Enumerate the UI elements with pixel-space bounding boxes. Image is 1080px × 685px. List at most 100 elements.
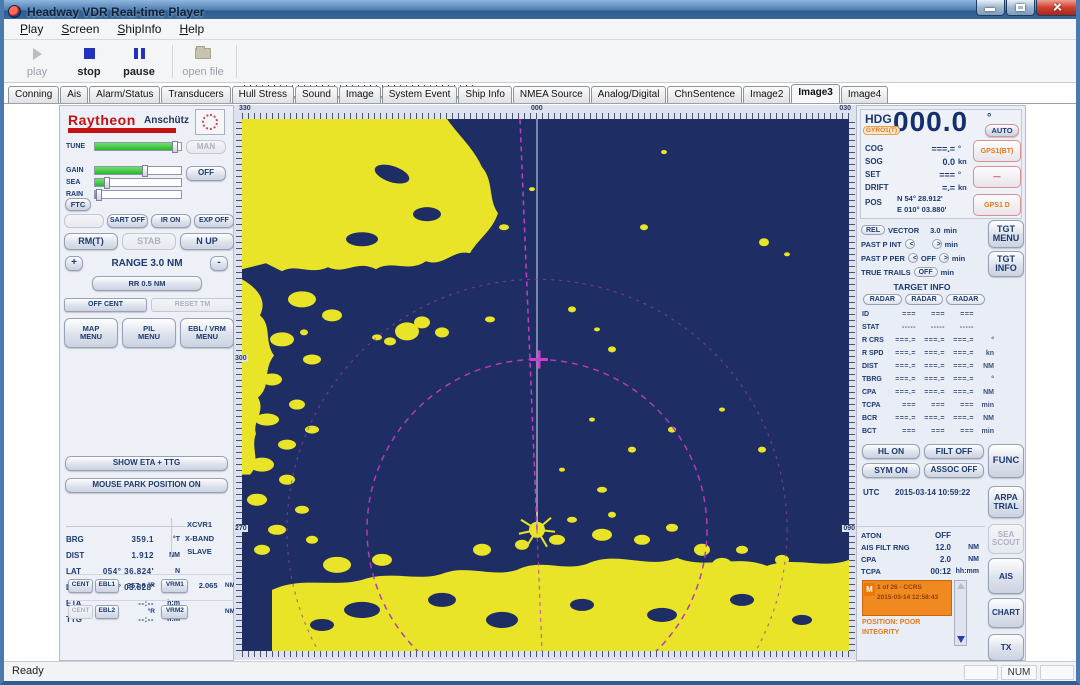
alarm-scrollbar[interactable] <box>954 580 967 646</box>
past-int-dec-button[interactable]: < <box>905 239 915 249</box>
slider-handle[interactable] <box>172 141 178 153</box>
status-text: Ready <box>12 665 44 677</box>
alarm-message-box[interactable]: M 1 of 26 - CCRS 2015-03-14 12:58:43 <box>862 580 952 616</box>
trails-off-button[interactable]: OFF <box>914 267 938 277</box>
radar-source-button[interactable]: RADAR <box>905 294 944 305</box>
tab[interactable]: Conning <box>8 86 59 103</box>
menu-item[interactable]: Screen <box>53 20 107 38</box>
hl-on-button[interactable]: HL ON <box>862 444 920 459</box>
slider-track[interactable] <box>94 190 182 199</box>
minimize-icon <box>985 8 995 11</box>
tx-button[interactable]: TX <box>988 634 1024 661</box>
minimize-button[interactable] <box>976 0 1005 16</box>
status-bar: Ready NUM <box>4 661 1076 681</box>
scroll-up-icon[interactable] <box>957 583 965 589</box>
pulse-button[interactable] <box>64 214 104 228</box>
man-button[interactable]: MAN <box>186 140 226 154</box>
tab[interactable]: Image <box>339 86 381 103</box>
filt-off-button[interactable]: FILT OFF <box>924 444 984 459</box>
tab[interactable]: Ship Info <box>458 86 511 103</box>
pulse-button[interactable]: SART OFF <box>107 214 147 228</box>
mouse-park-button[interactable]: MOUSE PARK POSITION ON <box>65 478 228 493</box>
func-button[interactable]: FUNC <box>988 444 1024 478</box>
cent-toggle[interactable]: CENT <box>68 605 93 619</box>
tab[interactable]: NMEA Source <box>513 86 590 103</box>
gps1d-button[interactable]: GPS1 D <box>973 194 1021 216</box>
menu-item[interactable]: ShipInfo <box>109 20 169 38</box>
off-button[interactable]: OFF <box>186 166 226 181</box>
tab[interactable]: Hull Stress <box>232 86 294 103</box>
auto-button[interactable]: AUTO <box>985 124 1019 137</box>
menu-item[interactable]: Play <box>12 20 51 38</box>
radar-source-button[interactable]: RADAR <box>946 294 985 305</box>
tab[interactable]: System Event <box>382 86 458 103</box>
tab[interactable]: ChnSentence <box>667 86 742 103</box>
mode-button[interactable]: STAB <box>122 233 176 250</box>
maximize-button[interactable] <box>1006 0 1035 16</box>
play-button[interactable]: play <box>14 44 60 80</box>
arpa-trial-button[interactable]: ARPATRIAL <box>988 486 1024 518</box>
tab[interactable]: Image3 <box>791 84 839 103</box>
past-per-dec-button[interactable]: < <box>908 253 918 263</box>
slider-track[interactable] <box>94 178 182 187</box>
slider-handle[interactable] <box>104 177 110 189</box>
past-int-inc-button[interactable]: > <box>932 239 942 249</box>
maximize-icon <box>1016 4 1025 11</box>
tab[interactable]: Alarm/Status <box>89 86 160 103</box>
tab[interactable]: Sound <box>295 86 338 103</box>
tgt-info-button[interactable]: TGTINFO <box>988 251 1024 277</box>
rr-button[interactable]: RR 0.5 NM <box>92 276 202 291</box>
panel-menu-button[interactable]: EBL / VRMMENU <box>180 318 234 348</box>
cent-toggle[interactable]: CENT <box>68 579 93 593</box>
alarm-detail: POSITION: POOR INTEGRITY <box>862 618 962 638</box>
slider-track[interactable] <box>94 166 182 175</box>
tab[interactable]: Image2 <box>743 86 790 103</box>
ais-button[interactable]: AIS <box>988 558 1024 594</box>
pause-button[interactable]: pause <box>116 44 162 80</box>
past-per-inc-button[interactable]: > <box>939 253 949 263</box>
close-button[interactable] <box>1036 0 1078 16</box>
sym-on-button[interactable]: SYM ON <box>862 463 920 478</box>
vrm-button[interactable]: VRM1 <box>161 579 188 593</box>
rel-button[interactable]: REL <box>861 225 885 235</box>
vrm-button[interactable]: VRM2 <box>161 605 188 619</box>
pulse-button[interactable]: IR ON <box>151 214 191 228</box>
radar-ppi-field[interactable] <box>242 119 849 651</box>
slider-track[interactable] <box>94 142 182 151</box>
tab[interactable]: Ais <box>60 86 88 103</box>
cent-button[interactable]: RESET TM <box>151 298 234 312</box>
open-file-button[interactable]: open file <box>176 44 230 80</box>
mode-button[interactable]: RM(T) <box>64 233 118 250</box>
menu-item[interactable]: Help <box>171 20 212 38</box>
tab[interactable]: Image4 <box>841 86 888 103</box>
chart-button[interactable]: CHART <box>988 598 1024 628</box>
cent-button[interactable]: OFF CENT <box>64 298 147 312</box>
panel-menu-button[interactable]: MAPMENU <box>64 318 118 348</box>
gps1bt-button[interactable]: GPS1(BT) <box>973 140 1021 162</box>
tab[interactable]: Analog/Digital <box>591 86 667 103</box>
show-eta-button[interactable]: SHOW ETA + TTG <box>65 456 228 471</box>
dash-button[interactable]: — <box>973 166 1021 188</box>
pulse-button[interactable]: EXP OFF <box>194 214 234 228</box>
range-plus-button[interactable]: + <box>65 256 83 271</box>
scroll-down-icon[interactable] <box>957 636 965 643</box>
panel-menu-button[interactable]: PILMENU <box>122 318 176 348</box>
ais-settings: ATON OFF AIS FILT RNG 12.0 NM CPA 2.0 NM <box>857 526 985 577</box>
sea-scout-button[interactable]: SEASCOUT <box>988 524 1024 554</box>
tgt-menu-button[interactable]: TGTMENU <box>988 220 1024 248</box>
range-minus-button[interactable]: - <box>210 256 228 271</box>
assoc-off-button[interactable]: ASSOC OFF <box>924 463 984 478</box>
mode-button[interactable]: N UP <box>180 233 234 250</box>
slider-handle[interactable] <box>96 189 102 201</box>
tab[interactable]: Transducers <box>161 86 230 103</box>
ais-row: AIS FILT RNG 12.0 NM <box>857 541 985 553</box>
radar-source-button[interactable]: RADAR <box>863 294 902 305</box>
hdg-value: 000.0 <box>893 106 968 138</box>
ebl-button[interactable]: EBL1 <box>95 579 118 593</box>
slider-handle[interactable] <box>142 165 148 177</box>
ebl-button[interactable]: EBL2 <box>95 605 118 619</box>
target-table-row: TCPA === === === min <box>857 399 1007 412</box>
stop-button[interactable]: stop <box>66 44 112 80</box>
radar-display[interactable]: 330 000 030 300 270 090 <box>234 105 856 660</box>
ftc-button[interactable]: FTC <box>65 198 91 211</box>
